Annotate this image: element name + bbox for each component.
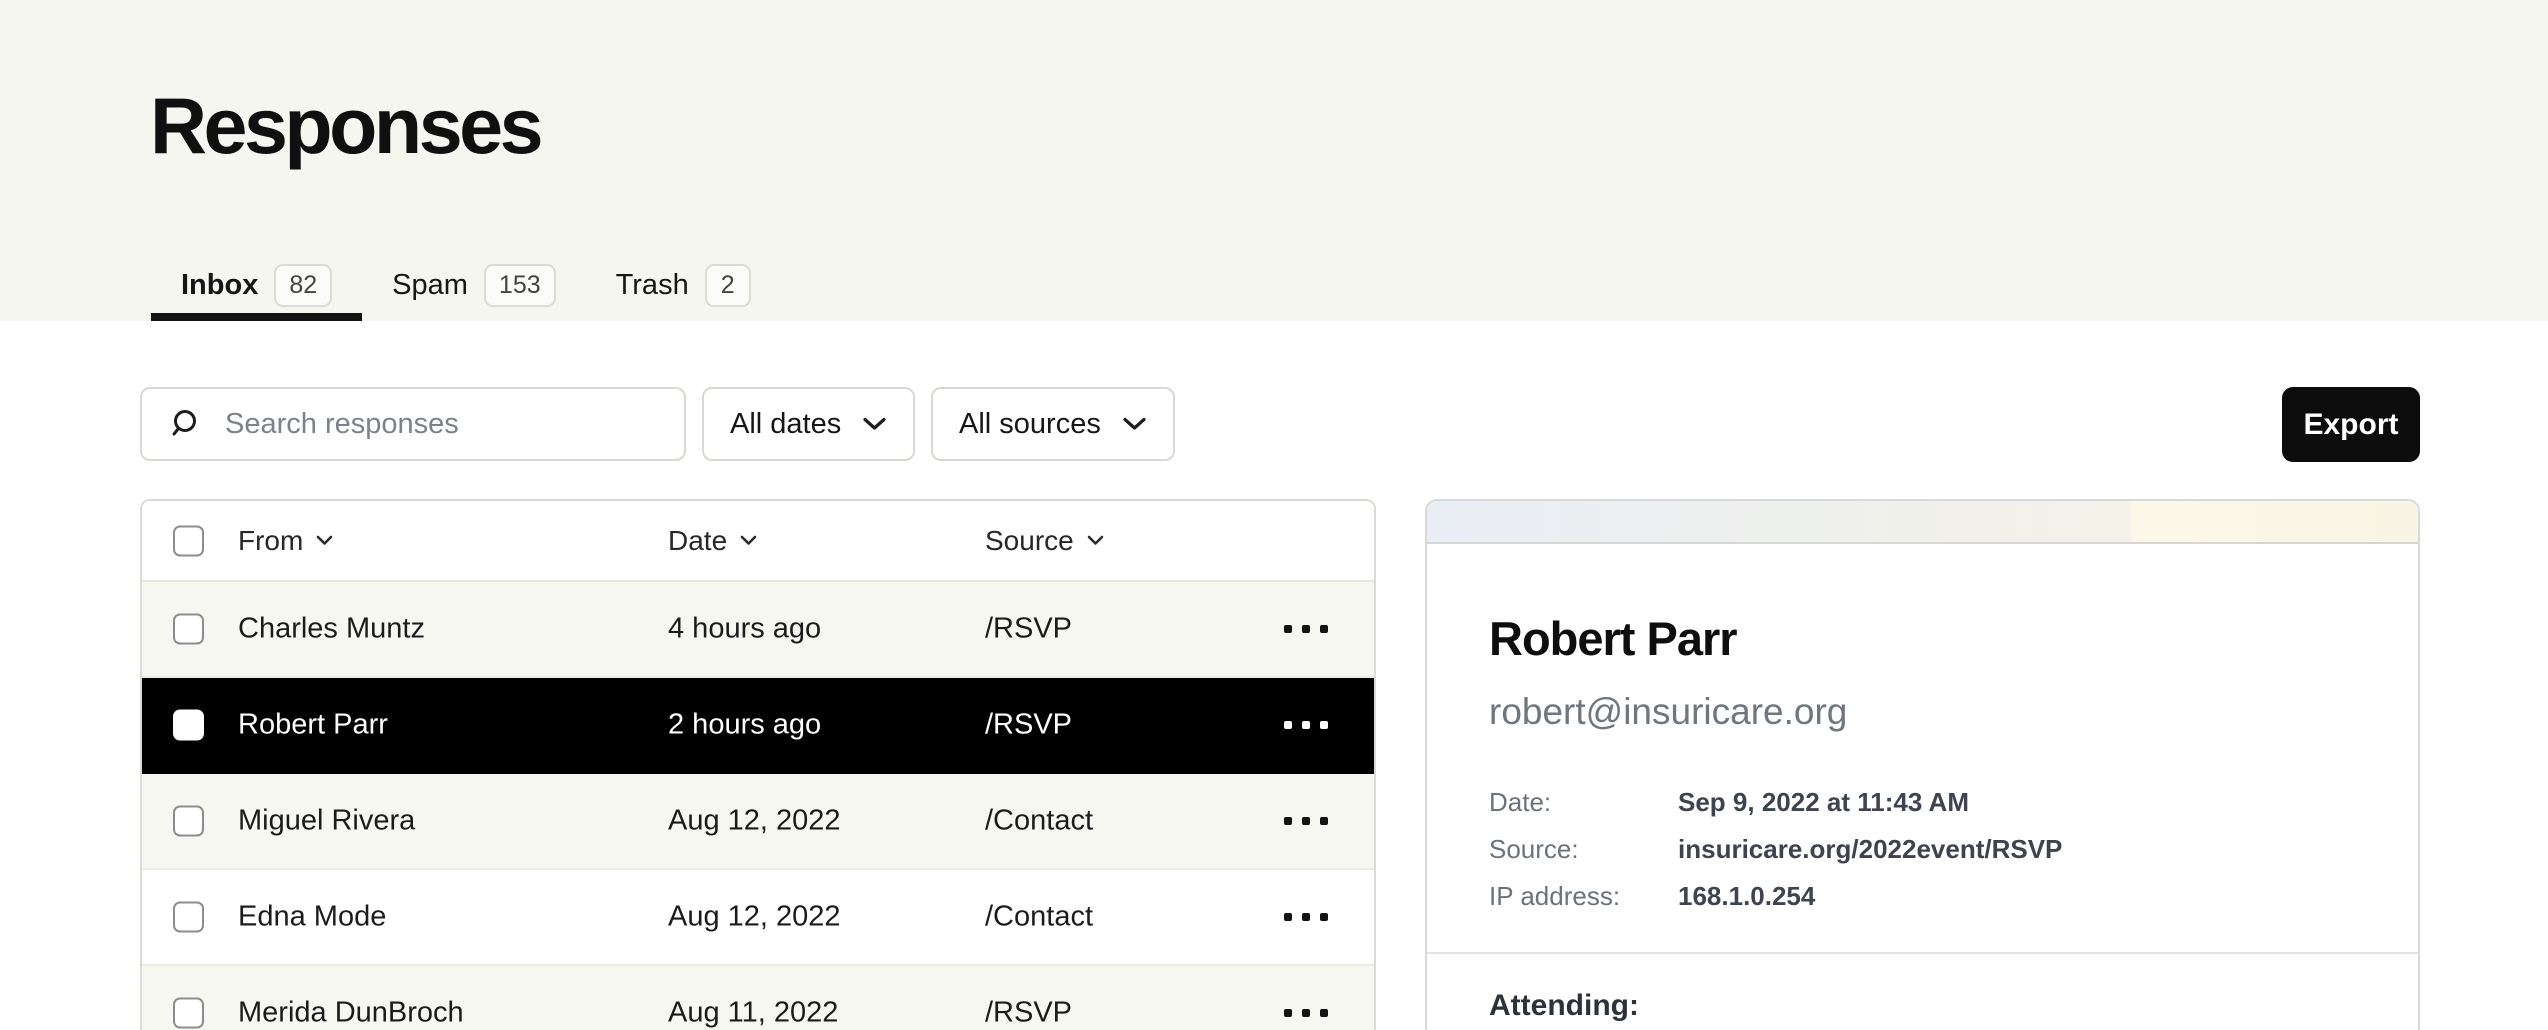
select-all-checkbox[interactable] xyxy=(173,525,204,556)
tab-spam-label: Spam xyxy=(392,269,468,302)
detail-divider xyxy=(1427,952,2418,954)
row-checkbox[interactable] xyxy=(173,998,204,1029)
table-header-row: From Date Source xyxy=(142,501,1374,582)
row-checkbox[interactable] xyxy=(173,710,204,741)
row-actions-menu-icon[interactable] xyxy=(1284,903,1328,931)
detail-meta-ip: IP address: 168.1.0.254 xyxy=(1489,873,2062,920)
column-header-from[interactable]: From xyxy=(238,501,333,580)
tab-trash-label: Trash xyxy=(616,269,689,302)
row-actions-menu-icon[interactable] xyxy=(1284,999,1328,1027)
sources-filter-label: All sources xyxy=(959,408,1101,441)
detail-meta-source: Source: insuricare.org/2022event/RSVP xyxy=(1489,826,2062,873)
detail-meta-list: Date: Sep 9, 2022 at 11:43 AM Source: in… xyxy=(1489,779,2062,920)
table-row[interactable]: Merida DunBroch Aug 11, 2022 /RSVP xyxy=(142,966,1374,1030)
tab-spam[interactable]: Spam 153 xyxy=(362,250,585,321)
sort-chevron-icon xyxy=(740,535,757,546)
tab-trash[interactable]: Trash 2 xyxy=(586,250,781,321)
tab-inbox-label: Inbox xyxy=(181,269,258,302)
table-row[interactable]: Charles Muntz 4 hours ago /RSVP xyxy=(142,582,1374,678)
tabs-bar: Inbox 82 Spam 153 Trash 2 xyxy=(151,250,781,321)
detail-respondent-name: Robert Parr xyxy=(1489,611,1737,666)
tab-spam-count-badge: 153 xyxy=(484,264,556,307)
sort-chevron-icon xyxy=(1087,535,1104,546)
responses-page: Responses Inbox 82 Spam 153 Trash 2 All … xyxy=(0,0,2548,1030)
row-checkbox[interactable] xyxy=(173,806,204,837)
search-field[interactable] xyxy=(140,387,686,461)
table-row[interactable]: Edna Mode Aug 12, 2022 /Contact xyxy=(142,870,1374,966)
response-detail-panel: Robert Parr robert@insuricare.org Date: … xyxy=(1425,499,2420,1030)
row-actions-menu-icon[interactable] xyxy=(1284,711,1328,739)
search-icon xyxy=(169,407,203,441)
dates-filter-dropdown[interactable]: All dates xyxy=(702,387,915,461)
responses-table: From Date Source Charles Muntz 4 hours a… xyxy=(140,499,1376,1030)
dates-filter-label: All dates xyxy=(730,408,841,441)
row-checkbox[interactable] xyxy=(173,614,204,645)
tab-inbox[interactable]: Inbox 82 xyxy=(151,250,362,321)
row-checkbox[interactable] xyxy=(173,902,204,933)
detail-meta-date: Date: Sep 9, 2022 at 11:43 AM xyxy=(1489,779,2062,826)
export-button[interactable]: Export xyxy=(2282,387,2420,462)
row-actions-menu-icon[interactable] xyxy=(1284,615,1328,643)
detail-header-strip xyxy=(1427,501,2418,544)
sources-filter-dropdown[interactable]: All sources xyxy=(931,387,1175,461)
column-header-source[interactable]: Source xyxy=(985,501,1104,580)
tab-inbox-count-badge: 82 xyxy=(274,264,332,307)
detail-respondent-email: robert@insuricare.org xyxy=(1489,691,1847,733)
search-input[interactable] xyxy=(203,408,684,441)
table-row[interactable]: Miguel Rivera Aug 12, 2022 /Contact xyxy=(142,774,1374,870)
chevron-down-icon xyxy=(862,416,887,432)
chevron-down-icon xyxy=(1122,416,1147,432)
table-body: Charles Muntz 4 hours ago /RSVP Robert P… xyxy=(142,582,1374,1030)
tab-trash-count-badge: 2 xyxy=(705,264,751,307)
table-row[interactable]: Robert Parr 2 hours ago /RSVP xyxy=(142,678,1374,774)
detail-section-heading: Attending: xyxy=(1489,989,1639,1023)
page-title: Responses xyxy=(150,80,540,172)
sort-chevron-icon xyxy=(316,535,333,546)
row-actions-menu-icon[interactable] xyxy=(1284,807,1328,835)
column-header-date[interactable]: Date xyxy=(668,501,757,580)
